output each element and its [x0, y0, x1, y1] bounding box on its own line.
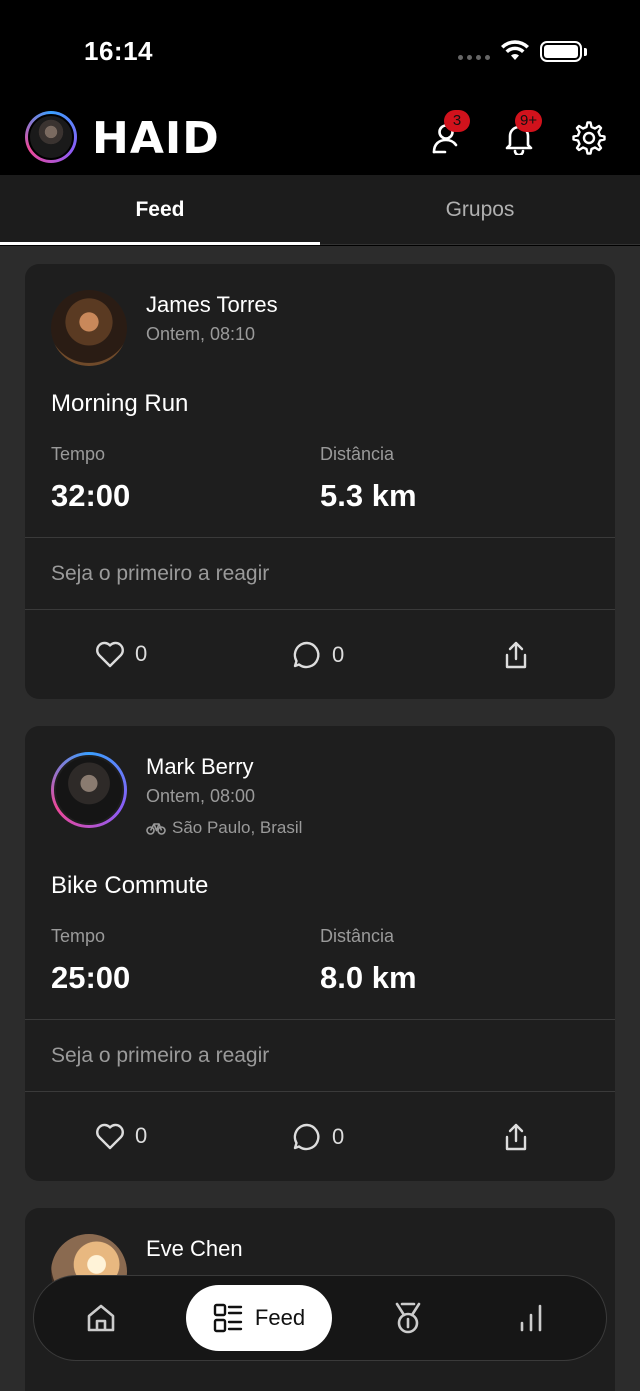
profile-avatar[interactable]	[25, 111, 77, 163]
friend-requests-badge: 3	[444, 110, 470, 132]
reactions-text: Seja o primeiro a reagir	[51, 562, 270, 585]
time-label: Tempo	[51, 444, 106, 464]
time-label: Tempo	[51, 926, 106, 946]
distance-value: 8.0 km	[320, 960, 417, 995]
battery-icon	[540, 41, 582, 62]
like-button[interactable]: 0	[95, 640, 147, 668]
like-count: 0	[135, 641, 148, 666]
divider	[25, 1091, 615, 1092]
active-tab-indicator	[0, 242, 320, 245]
home-icon	[87, 1304, 115, 1332]
status-time: 16:14	[84, 36, 153, 66]
activity-title: Bike Commute	[51, 872, 209, 899]
comment-count: 0	[332, 1124, 345, 1149]
nav-stats[interactable]	[509, 1296, 553, 1340]
nav-achievements[interactable]	[386, 1296, 430, 1340]
share-icon	[505, 641, 527, 669]
tab-grupos[interactable]: Grupos	[320, 175, 640, 245]
signal-icon	[458, 55, 490, 60]
user-name[interactable]: James Torres	[146, 292, 278, 318]
time-value: 32:00	[51, 478, 131, 513]
gear-icon	[572, 121, 606, 155]
status-bar: 16:14	[0, 0, 640, 100]
nav-feed-label: Feed	[254, 1305, 306, 1330]
distance-value: 5.3 km	[320, 478, 417, 513]
app-header: HAID 3 9+	[0, 100, 640, 175]
notifications-badge: 9+	[515, 110, 543, 132]
activity-card[interactable]: James Torres Ontem, 08:10 Morning Run Te…	[25, 264, 615, 699]
notifications-button[interactable]: 9+	[499, 110, 543, 158]
settings-button[interactable]	[569, 118, 609, 158]
post-location: São Paulo, Brasil	[146, 818, 302, 838]
nav-home[interactable]	[79, 1296, 123, 1340]
share-button[interactable]	[502, 640, 530, 670]
avatar[interactable]	[51, 752, 127, 828]
divider	[25, 609, 615, 610]
user-name[interactable]: Eve Chen	[146, 1236, 243, 1262]
comment-icon	[293, 641, 320, 669]
friend-requests-button[interactable]: 3	[428, 110, 470, 158]
like-count: 0	[135, 1123, 148, 1148]
avatar[interactable]	[51, 290, 127, 366]
stats-icon	[520, 1304, 542, 1332]
bottom-nav: Feed	[33, 1275, 607, 1361]
heart-icon	[96, 641, 124, 668]
tab-feed[interactable]: Feed	[0, 175, 320, 245]
comment-icon	[293, 1123, 320, 1151]
divider	[25, 537, 615, 538]
like-button[interactable]: 0	[95, 1122, 147, 1150]
heart-icon	[96, 1123, 124, 1150]
distance-label: Distância	[320, 926, 395, 946]
activity-card[interactable]: Mark Berry Ontem, 08:00 São Paulo, Brasi…	[25, 726, 615, 1181]
wifi-icon	[501, 40, 529, 60]
feed-tabs: Feed Grupos	[0, 175, 640, 245]
battery-tip	[584, 48, 587, 56]
medal-icon	[395, 1302, 421, 1334]
app-logo: HAID	[92, 113, 220, 164]
reactions-text: Seja o primeiro a reagir	[51, 1044, 270, 1067]
feed-list[interactable]: James Torres Ontem, 08:10 Morning Run Te…	[0, 246, 640, 1391]
nav-feed[interactable]: Feed	[186, 1285, 332, 1351]
divider	[25, 1019, 615, 1020]
share-button[interactable]	[502, 1122, 530, 1152]
feed-icon	[213, 1303, 243, 1333]
distance-label: Distância	[320, 444, 395, 464]
activity-title: Morning Run	[51, 390, 189, 417]
comment-button[interactable]: 0	[292, 640, 344, 670]
comment-button[interactable]: 0	[292, 1122, 344, 1152]
share-icon	[505, 1123, 527, 1151]
post-time: Ontem, 08:10	[146, 324, 256, 344]
user-name[interactable]: Mark Berry	[146, 754, 254, 780]
post-time: Ontem, 08:00	[146, 786, 256, 806]
comment-count: 0	[332, 642, 345, 667]
location-text: São Paulo, Brasil	[172, 818, 303, 837]
bike-icon	[146, 823, 166, 835]
time-value: 25:00	[51, 960, 131, 995]
